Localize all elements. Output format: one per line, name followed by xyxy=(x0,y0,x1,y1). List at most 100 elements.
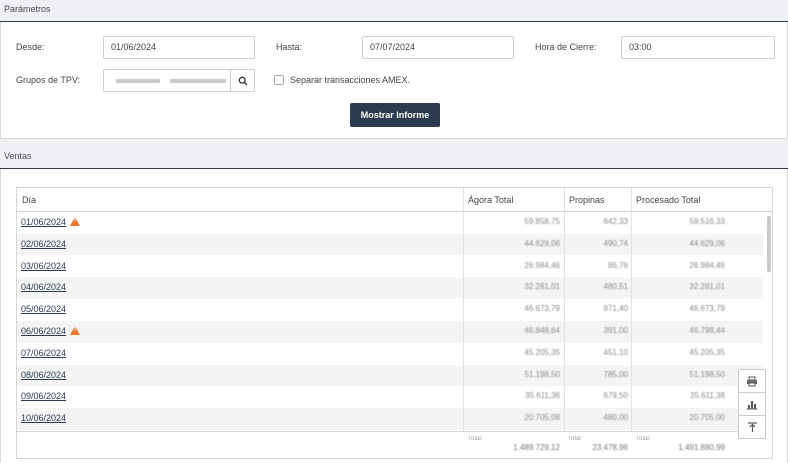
mostrar-informe-button[interactable]: Mostrar Informe xyxy=(350,103,440,127)
dia-link[interactable]: 03/06/2024 xyxy=(21,261,66,271)
ventas-table: Día Ágora Total Propinas Procesado Total… xyxy=(16,187,773,459)
filter-button[interactable] xyxy=(738,415,766,439)
agora-total-cell: 46.848,64 xyxy=(524,326,560,335)
propinas-cell: 490,74 xyxy=(603,238,628,248)
table-row: 04/06/2024 32.281,01 480,51 32.281,01 xyxy=(17,277,763,300)
agora-total-cell: 44.629,06 xyxy=(524,238,560,248)
desde-label: Desde: xyxy=(16,42,45,52)
table-scrollbar[interactable] xyxy=(765,213,772,431)
dia-text: 03/06/2024 xyxy=(21,260,67,271)
table-row: 08/06/2024 51.198,50 785,00 51.198,50 xyxy=(17,364,763,387)
propinas-cell: 480,00 xyxy=(603,413,628,423)
agora-total-cell: 26.984,46 xyxy=(524,260,560,270)
propinas-cell: 86,76 xyxy=(607,260,628,270)
dia-link[interactable]: 07/06/2024 xyxy=(21,348,66,358)
amex-label: Separar transacciones AMEX. xyxy=(290,75,411,85)
table-row: 10/06/2024 20.705,08 480,00 20.705,00 xyxy=(17,408,763,430)
column-divider xyxy=(463,188,464,458)
table-row: 06/06/2024 46.848,64 391,00 46.798,44 xyxy=(17,321,763,343)
total-agora: 1.489.729,12 xyxy=(513,443,560,452)
dia-text: 05/06/2024 xyxy=(21,304,67,315)
tpv-value-redacted xyxy=(170,79,226,83)
propinas-cell: 785,00 xyxy=(603,369,628,379)
print-icon xyxy=(747,376,757,386)
table-row: 02/06/2024 44.629,06 490,74 44.629,06 xyxy=(17,233,763,256)
filter-icon xyxy=(747,422,757,432)
total-label: Total: xyxy=(568,436,583,442)
dia-text: 04/06/2024 xyxy=(21,282,67,293)
search-icon xyxy=(238,76,247,85)
table-row: 05/06/2024 46.673,79 971,40 46.673,79 xyxy=(17,299,763,321)
agora-total-cell: 20.705,08 xyxy=(524,413,560,423)
chart-button[interactable] xyxy=(738,392,766,416)
amex-checkbox[interactable] xyxy=(274,75,284,85)
procesado-total-cell: 46.673,79 xyxy=(689,304,725,314)
table-row: 03/06/2024 26.984,46 86,76 26.984,46 xyxy=(17,256,763,278)
total-label: Total: xyxy=(468,436,483,442)
dia-link[interactable]: 01/06/2024 xyxy=(21,217,81,227)
chart-icon xyxy=(747,401,757,410)
total-procesado: 1.491.880,99 xyxy=(678,443,725,452)
procesado-total-cell: 51.198,50 xyxy=(689,369,725,379)
procesado-total-cell: 26.984,46 xyxy=(689,260,725,270)
column-header-agora-total[interactable]: Ágora Total xyxy=(463,188,564,212)
agora-total-cell: 35.611,38 xyxy=(525,391,560,401)
tpv-search-button[interactable] xyxy=(230,70,254,91)
table-row: 01/06/2024 59.858,75 642,33 59.516,33 xyxy=(17,212,763,234)
column-divider xyxy=(564,188,565,458)
propinas-cell: 391,00 xyxy=(603,326,628,335)
propinas-cell: 971,40 xyxy=(603,304,628,314)
propinas-cell: 642,33 xyxy=(603,217,628,226)
dia-text: 10/06/2024 xyxy=(21,413,67,424)
column-header-propinas[interactable]: Propinas xyxy=(564,188,631,212)
desde-input[interactable]: 01/06/2024 xyxy=(103,36,255,59)
dia-link[interactable]: 05/06/2024 xyxy=(21,304,66,314)
grupos-tpv-input[interactable] xyxy=(103,69,255,92)
propinas-cell: 451,10 xyxy=(603,347,628,357)
table-footer: Total: 1.489.729,12 Total: 23.478,96 Tot… xyxy=(17,431,763,458)
table-row: 07/06/2024 45.205,35 451,10 45.205,35 xyxy=(17,343,763,365)
print-button[interactable] xyxy=(738,369,766,393)
procesado-total-cell: 44.629,06 xyxy=(689,238,725,248)
parametros-title: Parámetros xyxy=(4,4,51,14)
agora-total-cell: 46.673,79 xyxy=(524,304,560,314)
procesado-total-cell: 45.205,35 xyxy=(689,347,725,357)
column-divider xyxy=(631,188,632,458)
dia-text: 09/06/2024 xyxy=(21,391,67,402)
table-row: 09/06/2024 35.611,38 679,50 35.611,38 xyxy=(17,386,763,408)
dia-link[interactable]: 08/06/2024 xyxy=(21,370,66,380)
section-gap xyxy=(0,139,788,147)
dia-link[interactable]: 02/06/2024 xyxy=(21,239,66,249)
total-propinas: 23.478,96 xyxy=(592,443,628,452)
procesado-total-cell: 59.516,33 xyxy=(689,217,725,226)
table-header: Día Ágora Total Propinas Procesado Total xyxy=(17,188,772,212)
propinas-cell: 480,51 xyxy=(603,282,628,292)
dia-text: 08/06/2024 xyxy=(21,369,67,380)
procesado-total-cell: 35.611,38 xyxy=(690,391,725,401)
parametros-header: Parámetros xyxy=(0,0,788,22)
dia-text: 01/06/2024 xyxy=(21,217,67,227)
hora-cierre-input[interactable]: 03:00 xyxy=(621,36,775,59)
hasta-input[interactable]: 07/07/2024 xyxy=(362,36,514,59)
ventas-header: Ventas xyxy=(0,147,788,169)
propinas-cell: 679,50 xyxy=(603,391,628,401)
procesado-total-cell: 20.705,00 xyxy=(689,413,725,423)
procesado-total-cell: 46.798,44 xyxy=(689,326,725,335)
total-label: Total: xyxy=(636,436,651,442)
tpv-value-redacted xyxy=(116,79,160,83)
dia-text: 06/06/2024 xyxy=(21,326,67,336)
dia-link[interactable]: 06/06/2024 xyxy=(21,326,81,336)
agora-total-cell: 32.281,01 xyxy=(524,282,560,292)
warning-icon xyxy=(70,326,81,335)
column-header-dia[interactable]: Día xyxy=(17,188,463,212)
dia-link[interactable]: 10/06/2024 xyxy=(21,413,66,423)
hora-cierre-label: Hora de Cierre: xyxy=(535,42,597,52)
dia-link[interactable]: 09/06/2024 xyxy=(21,391,66,401)
scrollbar-thumb[interactable] xyxy=(767,216,771,272)
dia-link[interactable]: 04/06/2024 xyxy=(21,282,66,292)
column-header-procesado-total[interactable]: Procesado Total xyxy=(631,188,763,212)
ventas-title: Ventas xyxy=(4,151,32,161)
dia-text: 07/06/2024 xyxy=(21,347,67,358)
agora-total-cell: 45.205,35 xyxy=(524,347,560,357)
agora-total-cell: 51.198,50 xyxy=(524,369,560,379)
